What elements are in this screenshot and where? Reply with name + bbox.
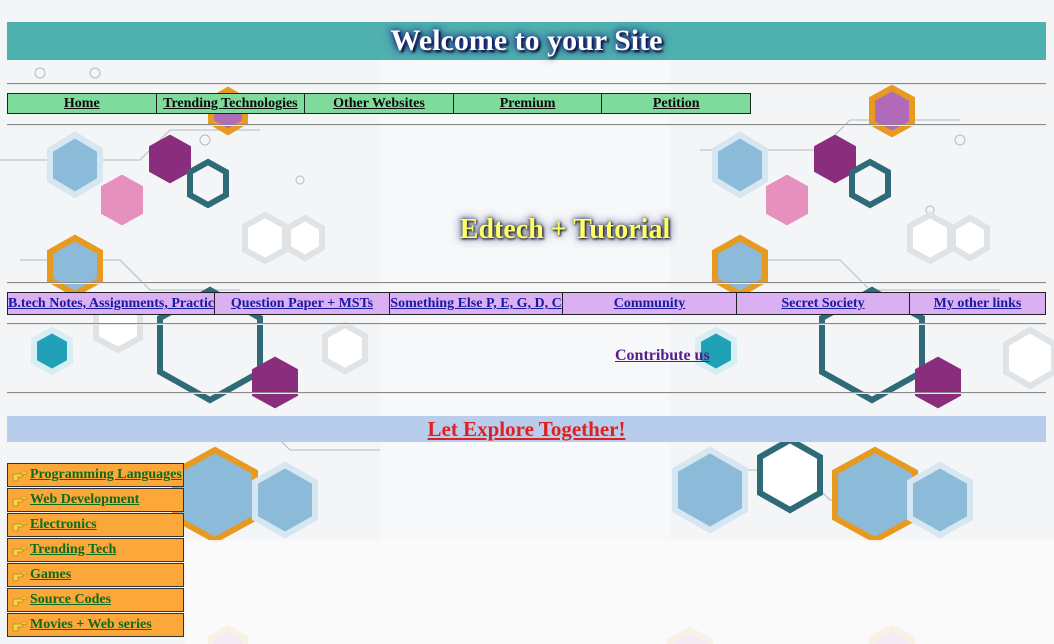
side-menu-link[interactable]: Trending Tech: [30, 542, 116, 558]
nav-link-secret-society[interactable]: Secret Society: [737, 293, 910, 314]
page-content: Welcome to your Site Home Trending Techn…: [0, 0, 1054, 644]
nav-link-other-websites[interactable]: Other Websites: [305, 94, 454, 113]
pointing-hand-icon: [12, 546, 28, 557]
side-menu-item-games[interactable]: Games: [7, 563, 184, 587]
pointing-hand-icon: [12, 596, 28, 607]
site-title: Welcome to your Site: [390, 24, 663, 57]
side-menu-item-source-codes[interactable]: Source Codes: [7, 588, 184, 612]
divider: [7, 323, 1046, 325]
contribute-link[interactable]: Contribute us: [615, 347, 710, 365]
pointing-hand-icon: [12, 496, 28, 507]
pointing-hand-icon: [12, 621, 28, 632]
side-menu-link[interactable]: Programming Languages: [30, 467, 182, 483]
page-subtitle: Edtech + Tutorial: [459, 214, 671, 245]
nav-link-something-else[interactable]: Something Else P, E, G, D, C: [390, 293, 563, 314]
site-header: Welcome to your Site: [7, 22, 1046, 60]
divider: [7, 282, 1046, 284]
nav-link-petition[interactable]: Petition: [602, 94, 750, 113]
side-menu-link[interactable]: Source Codes: [30, 592, 111, 608]
nav-link-community[interactable]: Community: [563, 293, 737, 314]
side-menu-link[interactable]: Games: [30, 567, 71, 583]
pointing-hand-icon: [12, 471, 28, 482]
side-menu-item-movies-web-series[interactable]: Movies + Web series: [7, 613, 184, 637]
top-nav: Home Trending Technologies Other Website…: [7, 93, 751, 114]
divider: [7, 83, 1046, 85]
nav-link-btech-notes[interactable]: B.tech Notes, Assignments, Practicals: [8, 293, 215, 314]
nav-link-home[interactable]: Home: [8, 94, 157, 113]
explore-link[interactable]: Let Explore Together!: [428, 417, 626, 441]
side-menu-item-trending-tech[interactable]: Trending Tech: [7, 538, 184, 562]
nav-link-other-links[interactable]: My other links: [910, 293, 1045, 314]
side-menu: Programming Languages Web Development El…: [7, 463, 184, 638]
divider: [7, 124, 1046, 126]
side-menu-item-electronics[interactable]: Electronics: [7, 513, 184, 537]
pointing-hand-icon: [12, 521, 28, 532]
secondary-nav: B.tech Notes, Assignments, Practicals Qu…: [7, 292, 1046, 315]
pointing-hand-icon: [12, 571, 28, 582]
side-menu-link[interactable]: Movies + Web series: [30, 617, 152, 633]
nav-link-trending-technologies[interactable]: Trending Technologies: [157, 94, 306, 113]
nav-link-question-paper[interactable]: Question Paper + MSTs: [215, 293, 390, 314]
explore-banner: Let Explore Together!: [7, 416, 1046, 442]
side-menu-item-web-development[interactable]: Web Development: [7, 488, 184, 512]
side-menu-link[interactable]: Electronics: [30, 517, 97, 533]
divider: [7, 392, 1046, 394]
side-menu-link[interactable]: Web Development: [30, 492, 139, 508]
side-menu-item-programming-languages[interactable]: Programming Languages: [7, 463, 184, 487]
nav-link-premium[interactable]: Premium: [454, 94, 603, 113]
